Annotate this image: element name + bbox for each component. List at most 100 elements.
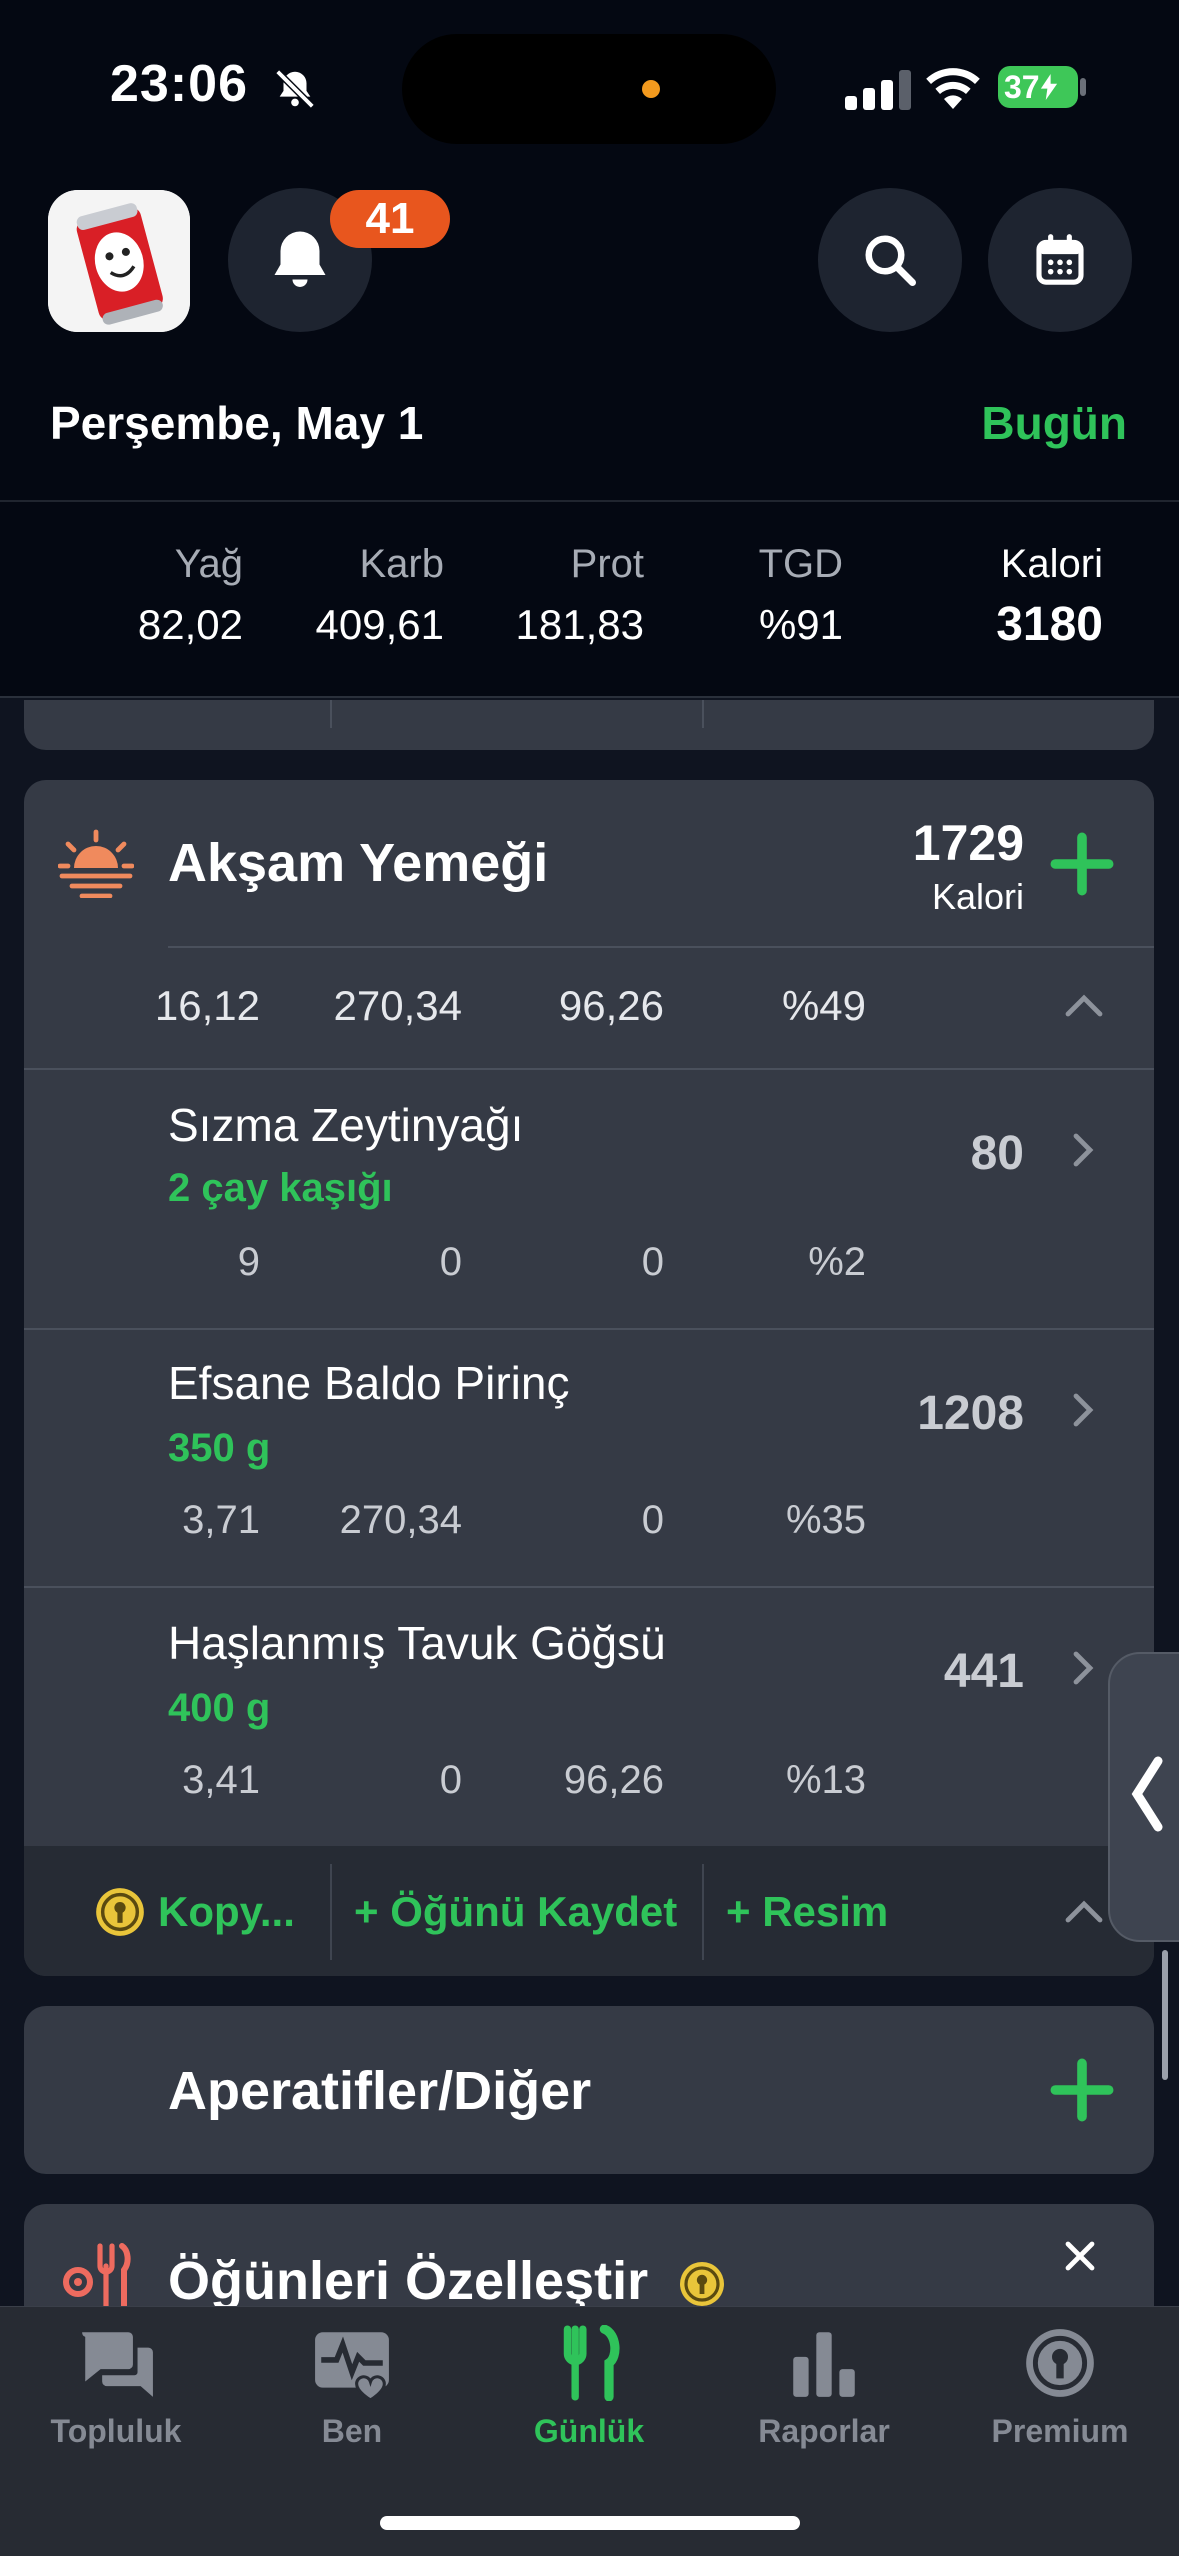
chevron-left-icon: [1131, 1756, 1163, 1832]
food-calories: 1208: [917, 1387, 1024, 1440]
moon-icon: [80, 2062, 107, 2114]
summary-prot-label: Prot: [570, 542, 644, 586]
tab-label: Günlük: [533, 2413, 645, 2449]
divider: [24, 1068, 1154, 1070]
calendar-button[interactable]: [988, 188, 1132, 332]
fork-knife-icon: [563, 2325, 620, 2401]
footer-separator: [702, 700, 704, 728]
close-icon[interactable]: [1064, 2240, 1096, 2272]
tab-diary[interactable]: Günlük: [489, 2325, 689, 2450]
summary-rdi-value: %91: [758, 601, 843, 648]
sunset-icon: [58, 829, 134, 898]
food-prot: 0: [641, 1240, 664, 1284]
dinner-fat: 16,12: [154, 982, 260, 1029]
battery-cap: [1080, 78, 1086, 96]
search-button[interactable]: [818, 188, 962, 332]
calendar-icon: [1036, 234, 1084, 285]
premium-lock-icon: [680, 2262, 724, 2306]
divider: [168, 946, 1154, 948]
app-logo[interactable]: [48, 190, 190, 332]
snacks-title: Aperatifler/Diğer: [168, 2061, 592, 2121]
food-rdi: %35: [785, 1498, 866, 1542]
food-quantity: 350 g: [168, 1426, 271, 1470]
daily-summary: Yağ 82,02 Karb 409,61 Prot 181,83 TGD %9…: [0, 502, 1179, 698]
summary-calories-label: Kalori: [1000, 542, 1103, 586]
summary-calories: Kalori 3180: [996, 542, 1103, 652]
bell-icon: [274, 231, 326, 287]
save-meal-button[interactable]: + Öğünü Kaydet: [354, 1888, 677, 1936]
dinner-calories: 1729 Kalori: [913, 814, 1024, 918]
add-photo-button[interactable]: + Resim: [726, 1888, 888, 1936]
add-food-button[interactable]: [1050, 832, 1114, 896]
side-drawer-handle[interactable]: [1108, 1652, 1179, 1942]
dynamic-island: [402, 34, 776, 144]
privacy-indicator: [642, 80, 660, 98]
today-button[interactable]: Bugün: [981, 396, 1127, 450]
tab-me[interactable]: Ben: [252, 2325, 452, 2450]
food-rdi: %13: [785, 1758, 866, 1802]
food-prot: 96,26: [563, 1758, 664, 1802]
tab-community[interactable]: Topluluk: [16, 2325, 216, 2450]
food-carb: 270,34: [339, 1498, 462, 1542]
tab-reports[interactable]: Raporlar: [724, 2325, 924, 2450]
scroll-indicator: [1162, 1950, 1168, 2080]
food-rdi: %2: [808, 1240, 866, 1284]
dinner-prot: 96,26: [558, 982, 664, 1029]
tab-label: Topluluk: [50, 2413, 182, 2449]
status-time: 23:06: [110, 55, 248, 113]
summary-rdi-label: TGD: [758, 542, 843, 586]
collapse-chevron-icon[interactable]: [1064, 994, 1104, 1018]
footer-separator: [330, 700, 332, 728]
premium-lock-icon: [96, 1888, 144, 1936]
dinner-rdi: %49: [781, 982, 866, 1029]
customize-meals-icon: [63, 2243, 131, 2309]
summary-fat-value: 82,02: [137, 601, 243, 648]
summary-rdi: TGD %91: [759, 542, 843, 649]
summary-prot-value: 181,83: [515, 601, 644, 648]
food-name: Sızma Zeytinyağı: [168, 1099, 524, 1151]
charging-bolt-icon: [1040, 74, 1057, 100]
chevron-right-icon: [1073, 1651, 1094, 1685]
food-name: Efsane Baldo Pirinç: [168, 1357, 570, 1409]
food-name: Haşlanmış Tavuk Göğsü: [168, 1617, 666, 1669]
footer-separator: [702, 1864, 704, 1960]
snacks-card: Aperatifler/Diğer: [24, 2006, 1154, 2174]
wifi-icon: [926, 68, 980, 109]
bar-chart-icon: [793, 2332, 855, 2397]
home-indicator: [380, 2516, 800, 2530]
summary-calories-value: 3180: [996, 598, 1103, 651]
search-icon: [865, 235, 916, 286]
divider: [24, 1328, 1154, 1330]
chevron-right-icon: [1073, 1133, 1094, 1167]
cellular-signal-icon: [845, 70, 911, 110]
premium-seal-icon: [1026, 2329, 1094, 2397]
dinner-calories-value: 1729: [912, 815, 1024, 871]
dinner-calories-unit: Kalori: [931, 876, 1024, 917]
food-fat: 3,71: [182, 1498, 260, 1542]
dinner-carb: 270,34: [333, 982, 462, 1029]
food-fat: 9: [237, 1240, 260, 1284]
add-snack-button[interactable]: [1050, 2058, 1114, 2122]
customize-meals-title: Öğünleri Özelleştir: [168, 2251, 649, 2311]
food-carb: 0: [439, 1240, 462, 1284]
food-carb: 0: [439, 1758, 462, 1802]
footer-separator: [330, 1864, 332, 1960]
previous-meal-card-edge: [24, 700, 1154, 750]
tab-label: Raporlar: [758, 2413, 890, 2449]
chat-bubbles-icon: [82, 2332, 153, 2397]
food-calories: 80: [970, 1127, 1024, 1180]
notification-count-badge: 41: [330, 190, 450, 248]
meal-footer: Kopy... + Öğünü Kaydet + Resim: [24, 1846, 1154, 1976]
summary-carb-value: 409,61: [315, 601, 444, 648]
tab-premium[interactable]: Premium: [960, 2325, 1160, 2450]
copy-meal-button[interactable]: Kopy...: [158, 1888, 295, 1936]
collapse-chevron-icon[interactable]: [1064, 1900, 1104, 1924]
summary-carb-label: Karb: [359, 542, 445, 586]
dinner-title: Akşam Yemeği: [168, 833, 549, 893]
chevron-right-icon: [1073, 1393, 1094, 1427]
food-calories: 441: [943, 1645, 1024, 1698]
health-monitor-icon: [315, 2332, 389, 2401]
summary-fat: Yağ 82,02: [138, 542, 243, 649]
dinner-card: Akşam Yemeği 1729 Kalori 16,12 270,34 96…: [24, 780, 1154, 1976]
current-date[interactable]: Perşembe, May 1: [50, 396, 423, 450]
